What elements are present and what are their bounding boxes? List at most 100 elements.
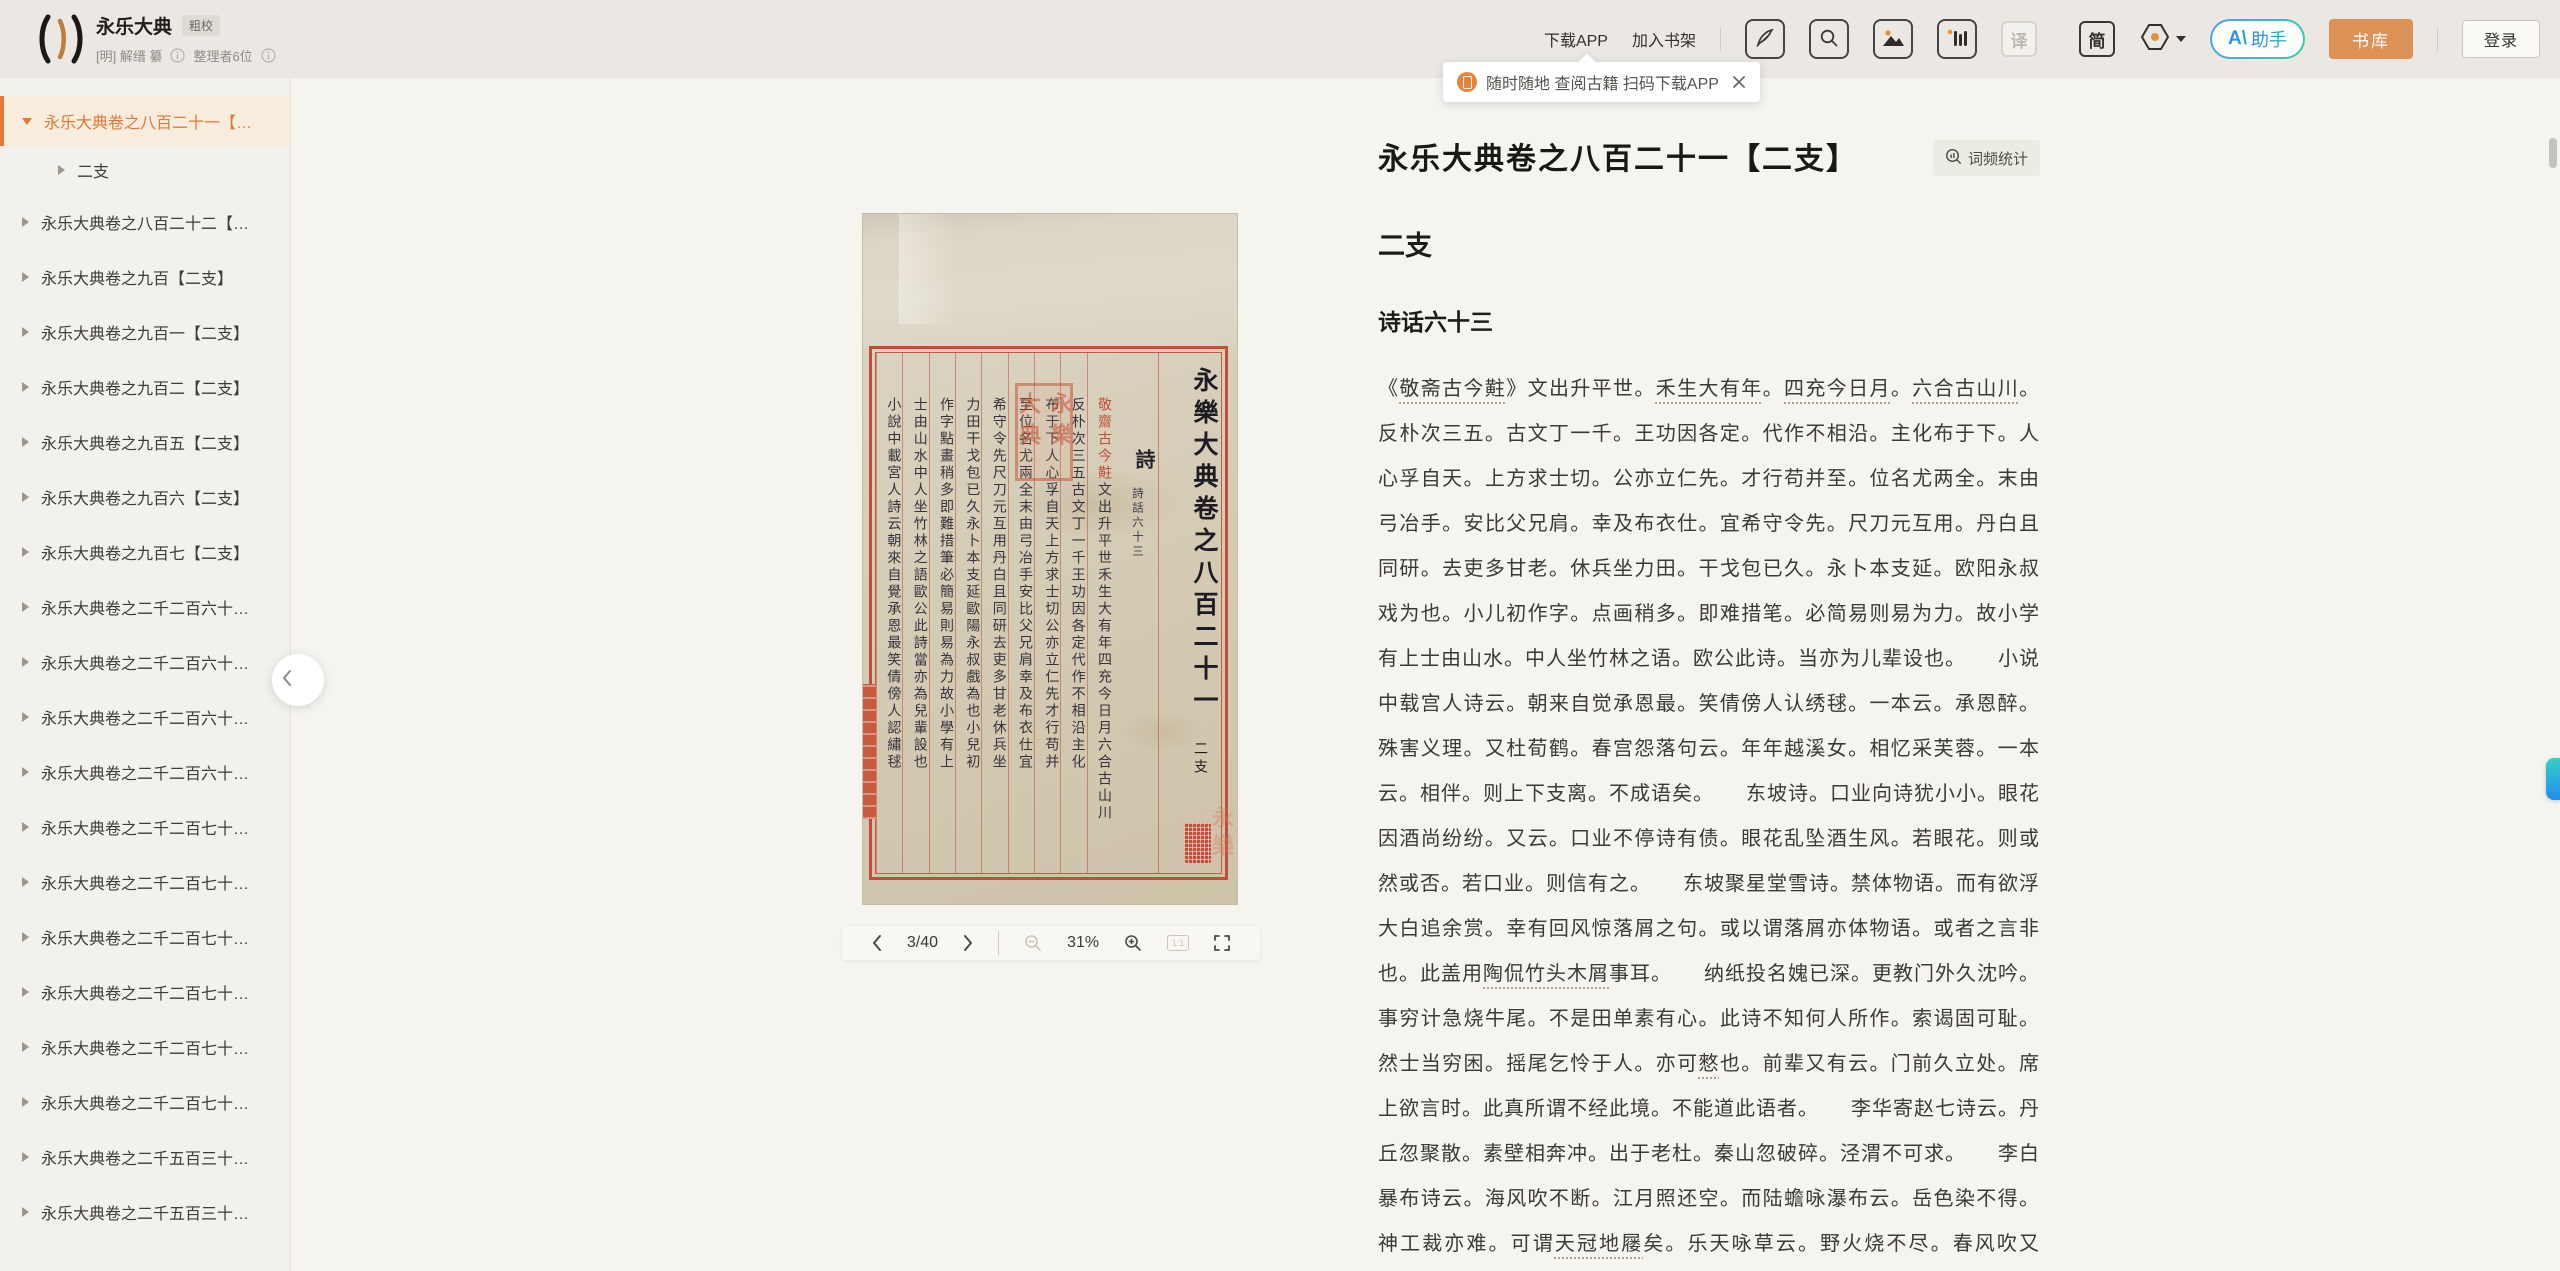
chapter-subtitle: 二支 bbox=[1378, 224, 2040, 263]
chevron-right-icon bbox=[22, 272, 29, 282]
text-run: 。 bbox=[1763, 378, 1784, 400]
chevron-right-icon bbox=[58, 165, 65, 175]
sidebar-item[interactable]: 永乐大典卷之九百七【二支】 bbox=[0, 524, 290, 579]
zoom-out-button[interactable] bbox=[1023, 933, 1043, 953]
sidebar-item[interactable]: 永乐大典卷之二千二百七十… bbox=[0, 909, 290, 964]
zoom-in-button[interactable] bbox=[1123, 933, 1143, 953]
viewer-controls: 3/40 31% 1:1 bbox=[842, 926, 1260, 960]
search-button[interactable] bbox=[1809, 19, 1849, 59]
sidebar-subitem[interactable]: 二支 bbox=[0, 146, 290, 194]
sidebar-item-label: 永乐大典卷之二千二百七十… bbox=[41, 1090, 249, 1114]
download-app-link[interactable]: 下载APP bbox=[1544, 27, 1608, 51]
manuscript-frame: 永樂大典卷之八百二十一 二支 詩 詩話六十三 敬齋古今黈文出升平世禾生大有年四充… bbox=[869, 346, 1228, 880]
chevron-down-icon bbox=[22, 118, 32, 125]
chevron-right-icon bbox=[22, 712, 29, 722]
organizer-count: 整理者6位 bbox=[193, 46, 252, 65]
divider bbox=[998, 931, 999, 955]
sidebar-item[interactable]: 永乐大典卷之九百二【二支】 bbox=[0, 359, 290, 414]
manuscript-title: 永樂大典卷之八百二十一 bbox=[1190, 367, 1217, 719]
actual-size-button[interactable]: 1:1 bbox=[1167, 935, 1189, 951]
chevron-right-icon bbox=[22, 987, 29, 997]
login-button[interactable]: 登录 bbox=[2462, 20, 2540, 58]
sidebar-item[interactable]: 永乐大典卷之九百一【二支】 bbox=[0, 304, 290, 359]
sidebar-item[interactable]: 永乐大典卷之二千二百七十… bbox=[0, 799, 290, 854]
sidebar-item-label: 永乐大典卷之八百二十一【… bbox=[44, 109, 252, 133]
sidebar-item[interactable]: 永乐大典卷之二千二百六十… bbox=[0, 689, 290, 744]
phone-icon bbox=[1457, 72, 1477, 92]
entity-underlined: 四充今日月 bbox=[1784, 378, 1891, 400]
sidebar-list: 永乐大典卷之八百二十一【… 二支永乐大典卷之八百二十二【… 永乐大典卷之九百【二支】… bbox=[0, 78, 290, 1239]
sidebar-item[interactable]: 永乐大典卷之九百【二支】 bbox=[0, 249, 290, 304]
sidebar-item[interactable]: 永乐大典卷之九百五【二支】 bbox=[0, 414, 290, 469]
sidebar-item-label: 永乐大典卷之二千五百三十… bbox=[41, 1145, 249, 1169]
sidebar-item[interactable]: 永乐大典卷之八百二十二【… bbox=[0, 194, 290, 249]
sidebar-item[interactable]: 永乐大典卷之二千二百六十… bbox=[0, 744, 290, 799]
next-page-button[interactable] bbox=[962, 934, 974, 952]
add-to-shelf-link[interactable]: 加入书架 bbox=[1632, 27, 1696, 51]
chapter-title: 永乐大典卷之八百二十一【二支】 bbox=[1378, 138, 1858, 182]
theme-menu[interactable] bbox=[2139, 21, 2186, 58]
notes-button[interactable] bbox=[1745, 19, 1785, 59]
sidebar-item-label: 永乐大典卷之八百二十二【… bbox=[41, 210, 249, 234]
site-logo-icon[interactable] bbox=[34, 13, 90, 65]
sidebar-item-label: 永乐大典卷之九百五【二支】 bbox=[41, 430, 249, 454]
ai-assistant-label: 助手 bbox=[2251, 26, 2287, 52]
chevron-right-icon bbox=[22, 382, 29, 392]
manuscript-page-image[interactable]: 永樂大典卷之八百二十一 二支 詩 詩話六十三 敬齋古今黈文出升平世禾生大有年四充… bbox=[862, 213, 1238, 905]
red-seal-stamp: 永樂大典 bbox=[1015, 383, 1073, 481]
image-icon bbox=[1881, 27, 1905, 52]
page-indicator: 3/40 bbox=[907, 934, 938, 952]
sidebar-item-label: 永乐大典卷之九百七【二支】 bbox=[41, 540, 249, 564]
ai-assistant-button[interactable]: A\ 助手 bbox=[2210, 19, 2305, 59]
entity-underlined: 陶侃竹头木屑 bbox=[1483, 963, 1609, 985]
entity-underlined: 敬斋古今黈 bbox=[1399, 378, 1506, 400]
sidebar-item[interactable]: 永乐大典卷之二千二百六十… bbox=[0, 634, 290, 689]
translate-button: 译 bbox=[2001, 21, 2037, 57]
sidebar-collapse-button[interactable] bbox=[272, 654, 324, 706]
quill-icon bbox=[1754, 27, 1776, 52]
sidebar-item-label: 永乐大典卷之二千二百六十… bbox=[41, 650, 249, 674]
stats-button[interactable] bbox=[1937, 19, 1977, 59]
section-heading: 诗话六十三 bbox=[1378, 303, 2040, 337]
sidebar-item[interactable]: 永乐大典卷之二千二百七十… bbox=[0, 1019, 290, 1074]
scrollbar-thumb[interactable] bbox=[2549, 138, 2557, 168]
app-root: 永乐大典 粗校 [明] 解缙 纂 整理者6位 下载APP 加入书架 bbox=[0, 0, 2560, 1271]
sidebar-item-label: 永乐大典卷之二千二百七十… bbox=[41, 925, 249, 949]
chevron-right-icon bbox=[22, 437, 29, 447]
search-icon bbox=[1818, 27, 1840, 52]
text-run: 《 bbox=[1378, 378, 1399, 400]
close-icon[interactable] bbox=[1732, 75, 1746, 89]
sidebar-item-label: 永乐大典卷之九百二【二支】 bbox=[41, 375, 249, 399]
hexagon-icon bbox=[2139, 21, 2171, 58]
sidebar-item[interactable]: 永乐大典卷之二千二百七十… bbox=[0, 964, 290, 1019]
chevron-right-icon bbox=[22, 1152, 29, 1162]
reader-paragraph: 《敬斋古今黈》文出升平世。禾生大有年。四充今日月。六合古山川。反朴次三五。古文丁… bbox=[1378, 367, 2040, 1271]
tooltip-text: 随时随地 查阅古籍 扫码下载APP bbox=[1486, 70, 1719, 94]
divider bbox=[2437, 27, 2438, 51]
prev-page-button[interactable] bbox=[871, 934, 883, 952]
fullscreen-button[interactable] bbox=[1213, 934, 1231, 952]
top-bar: 永乐大典 粗校 [明] 解缙 纂 整理者6位 下载APP 加入书架 bbox=[0, 0, 2560, 78]
library-button[interactable]: 书库 bbox=[2329, 19, 2413, 59]
entity-underlined: 六合古山川 bbox=[1912, 378, 2019, 400]
sidebar-item[interactable]: 永乐大典卷之二千五百三十… bbox=[0, 1184, 290, 1239]
simplified-toggle-button[interactable]: 简 bbox=[2079, 21, 2115, 57]
page-fold bbox=[899, 214, 955, 324]
sidebar-item[interactable]: 永乐大典卷之二千二百七十… bbox=[0, 854, 290, 909]
sidebar-item[interactable]: 永乐大典卷之二千二百七十… bbox=[0, 1074, 290, 1129]
word-frequency-label: 词频统计 bbox=[1968, 148, 2028, 169]
sidebar-item[interactable]: 永乐大典卷之九百六【二支】 bbox=[0, 469, 290, 524]
info-icon[interactable] bbox=[261, 48, 276, 63]
zoom-level: 31% bbox=[1067, 934, 1099, 952]
manuscript-column: 士由山水中人坐竹林之語歐公此詩當亦為兒輩設也 bbox=[902, 353, 928, 873]
sidebar-item-label: 永乐大典卷之二千二百六十… bbox=[41, 760, 249, 784]
sidebar-item[interactable]: 永乐大典卷之二千二百六十… bbox=[0, 579, 290, 634]
image-view-button[interactable] bbox=[1873, 19, 1913, 59]
manuscript-section-column: 詩 詩話六十三 bbox=[1113, 353, 1159, 873]
info-icon[interactable] bbox=[170, 48, 185, 63]
edge-floating-button[interactable] bbox=[2546, 758, 2560, 800]
sidebar-item[interactable]: 永乐大典卷之二千五百三十… bbox=[0, 1129, 290, 1184]
manuscript-column: 敬齋古今黈文出升平世禾生大有年四充今日月六合古山川 bbox=[1087, 353, 1113, 873]
word-frequency-button[interactable]: 词频统计 bbox=[1933, 140, 2040, 176]
sidebar-item[interactable]: 永乐大典卷之八百二十一【… bbox=[0, 96, 290, 146]
